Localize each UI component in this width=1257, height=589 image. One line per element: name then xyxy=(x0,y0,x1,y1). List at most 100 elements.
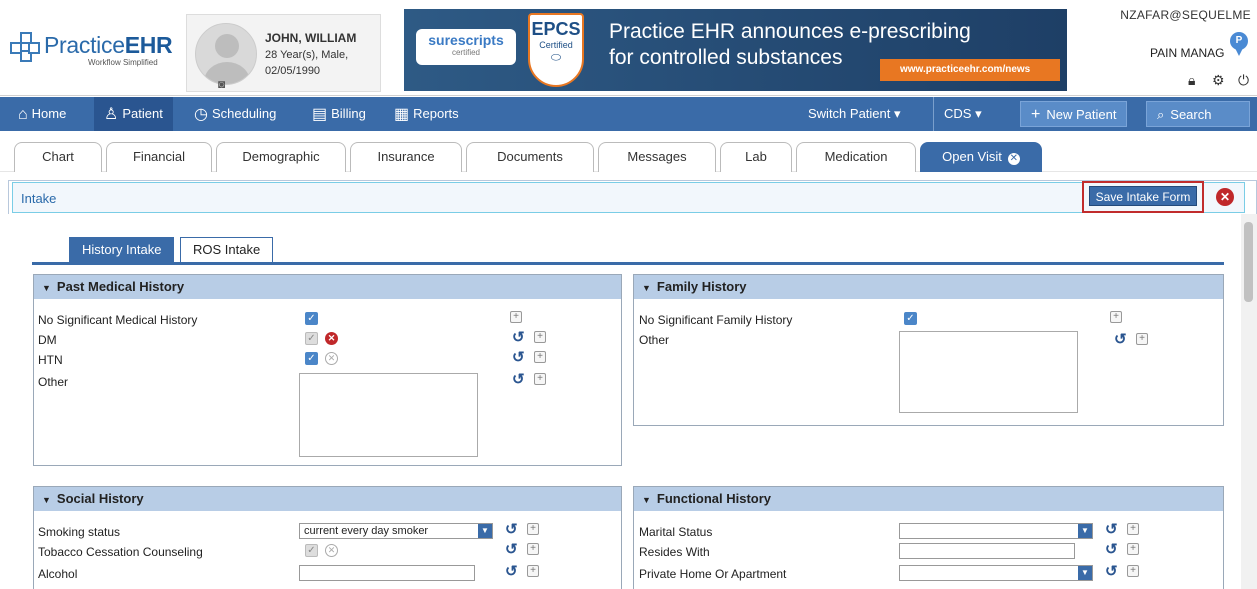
pmh-dm-checkbox[interactable]: ✓ xyxy=(305,332,318,345)
note-icon[interactable]: + xyxy=(510,311,522,323)
pmh-other-textarea[interactable] xyxy=(299,373,478,457)
family-history-header[interactable]: ▼ Family History xyxy=(634,275,1223,299)
nav-scheduling[interactable]: ◷ Scheduling xyxy=(184,97,286,131)
tab-history-intake[interactable]: History Intake xyxy=(69,237,175,263)
social-history-header[interactable]: ▼ Social History xyxy=(34,487,621,511)
note-icon[interactable]: + xyxy=(1127,565,1139,577)
lock-icon[interactable]: 🔒︎ xyxy=(1188,72,1195,89)
nav-billing[interactable]: ▤ Billing xyxy=(302,97,376,131)
sh-tobacco-checkbox[interactable]: ✓ xyxy=(305,544,318,557)
undo-icon[interactable]: ↺ xyxy=(512,350,525,365)
patient-icon: ♙ xyxy=(104,106,119,123)
undo-icon[interactable]: ↺ xyxy=(1105,522,1118,537)
tab-lab[interactable]: Lab xyxy=(720,142,792,172)
user-email: NZAFAR@SEQUELME xyxy=(1120,8,1251,22)
undo-icon[interactable]: ↺ xyxy=(512,330,525,345)
clock-icon: ◷ xyxy=(194,106,208,123)
tab-medication[interactable]: Medication xyxy=(796,142,916,172)
switch-patient-dropdown[interactable]: Switch Patient ▾ xyxy=(798,97,911,131)
smoking-status-select[interactable]: current every day smoker ▼ xyxy=(299,523,493,539)
sh-tobacco-label: Tobacco Cessation Counseling xyxy=(38,545,203,559)
undo-icon[interactable]: ↺ xyxy=(505,564,518,579)
undo-icon[interactable]: ↺ xyxy=(505,522,518,537)
chevron-down-icon: ▼ xyxy=(1078,566,1092,580)
nav-home[interactable]: ⌂ Home xyxy=(8,97,76,131)
chevron-down-icon: ▼ xyxy=(1078,524,1092,538)
patient-name: JOHN, WILLIAM xyxy=(265,31,357,45)
tab-demographic[interactable]: Demographic xyxy=(216,142,346,172)
pmh-no-significant-checkbox[interactable]: ✓ xyxy=(305,312,318,325)
power-icon[interactable]: ⏻ xyxy=(1238,72,1249,89)
vertical-scrollbar[interactable] xyxy=(1241,214,1257,589)
sh-tobacco-clear-icon[interactable]: ✕ xyxy=(325,544,338,557)
undo-icon[interactable]: ↺ xyxy=(1114,332,1127,347)
patient-tabs: Chart Financial Demographic Insurance Do… xyxy=(0,131,1257,172)
practice-ehr-logo[interactable]: PracticeEHR Workflow Simplified xyxy=(10,28,175,72)
location-pin-icon[interactable]: P xyxy=(1228,32,1250,58)
surescripts-badge: surescripts certified xyxy=(416,29,516,65)
undo-icon[interactable]: ↺ xyxy=(512,372,525,387)
epcs-banner[interactable]: surescripts certified EPCS Certified ⬭ P… xyxy=(404,9,1067,91)
collapse-arrow-icon: ▼ xyxy=(642,283,651,293)
search-button[interactable]: ⌕ Search xyxy=(1146,101,1250,127)
facility-name[interactable]: PAIN MANAG xyxy=(1150,46,1224,60)
resides-with-input[interactable] xyxy=(899,543,1075,559)
pill-icon: ⬭ xyxy=(550,50,562,64)
camera-icon[interactable]: ◙ xyxy=(218,77,225,91)
scrollbar-thumb[interactable] xyxy=(1244,222,1253,302)
marital-status-select[interactable]: ▼ xyxy=(899,523,1093,539)
undo-icon[interactable]: ↺ xyxy=(505,542,518,557)
note-icon[interactable]: + xyxy=(527,543,539,555)
gear-icon[interactable]: ⚙ xyxy=(1212,72,1225,89)
pmh-dm-remove-icon[interactable]: ✕ xyxy=(325,332,338,345)
pmh-no-significant-label: No Significant Medical History xyxy=(38,313,198,327)
functional-history-header[interactable]: ▼ Functional History xyxy=(634,487,1223,511)
note-icon[interactable]: + xyxy=(534,331,546,343)
calendar-icon: ▦ xyxy=(394,106,410,123)
past-medical-history-header[interactable]: ▼ Past Medical History xyxy=(34,275,621,299)
note-icon[interactable]: + xyxy=(534,351,546,363)
fh-other-textarea[interactable] xyxy=(899,331,1078,413)
nav-reports[interactable]: ▦ Reports xyxy=(384,97,469,131)
undo-icon[interactable]: ↺ xyxy=(1105,542,1118,557)
fn-resides-label: Resides With xyxy=(639,545,710,559)
alcohol-input[interactable] xyxy=(299,565,475,581)
tab-financial[interactable]: Financial xyxy=(106,142,212,172)
save-intake-form-button[interactable]: Save Intake Form xyxy=(1089,186,1197,206)
fn-private-home-label: Private Home Or Apartment xyxy=(639,567,787,581)
cds-dropdown[interactable]: CDS ▾ xyxy=(933,97,992,131)
note-icon[interactable]: + xyxy=(1127,523,1139,535)
fh-no-significant-checkbox[interactable]: ✓ xyxy=(904,312,917,325)
tab-ros-intake[interactable]: ROS Intake xyxy=(180,237,274,263)
tab-messages[interactable]: Messages xyxy=(598,142,716,172)
pmh-htn-label: HTN xyxy=(38,353,63,367)
note-icon[interactable]: + xyxy=(1127,543,1139,555)
private-home-select[interactable]: ▼ xyxy=(899,565,1093,581)
note-icon[interactable]: + xyxy=(1136,333,1148,345)
logo-tagline: Workflow Simplified xyxy=(88,58,158,67)
fh-no-significant-label: No Significant Family History xyxy=(639,313,793,327)
close-intake-icon[interactable]: ✕ xyxy=(1216,188,1234,206)
undo-icon[interactable]: ↺ xyxy=(1105,564,1118,579)
patient-avatar[interactable] xyxy=(195,23,257,85)
tab-documents[interactable]: Documents xyxy=(466,142,594,172)
tab-insurance[interactable]: Insurance xyxy=(350,142,462,172)
pmh-htn-checkbox[interactable]: ✓ xyxy=(305,352,318,365)
banner-url[interactable]: www.practiceehr.com/news xyxy=(880,59,1060,81)
caret-down-icon: ▾ xyxy=(975,106,982,121)
billing-icon: ▤ xyxy=(312,106,328,123)
note-icon[interactable]: + xyxy=(527,565,539,577)
nav-patient[interactable]: ♙ Patient xyxy=(94,97,173,131)
note-icon[interactable]: + xyxy=(527,523,539,535)
main-navbar: ⌂ Home ♙ Patient ◷ Scheduling ▤ Billing ▦ Rep… xyxy=(0,97,1257,131)
epcs-badge: EPCS Certified ⬭ xyxy=(528,13,584,87)
tab-chart[interactable]: Chart xyxy=(14,142,102,172)
fn-marital-label: Marital Status xyxy=(639,525,713,539)
new-patient-button[interactable]: + New Patient xyxy=(1020,101,1128,127)
tab-open-visit[interactable]: Open Visit ✕ xyxy=(920,142,1042,172)
note-icon[interactable]: + xyxy=(1110,311,1122,323)
pmh-htn-clear-icon[interactable]: ✕ xyxy=(325,352,338,365)
collapse-arrow-icon: ▼ xyxy=(642,495,651,505)
patient-card: ◙ JOHN, WILLIAM 28 Year(s), Male, 02/05/… xyxy=(186,14,381,92)
note-icon[interactable]: + xyxy=(534,373,546,385)
